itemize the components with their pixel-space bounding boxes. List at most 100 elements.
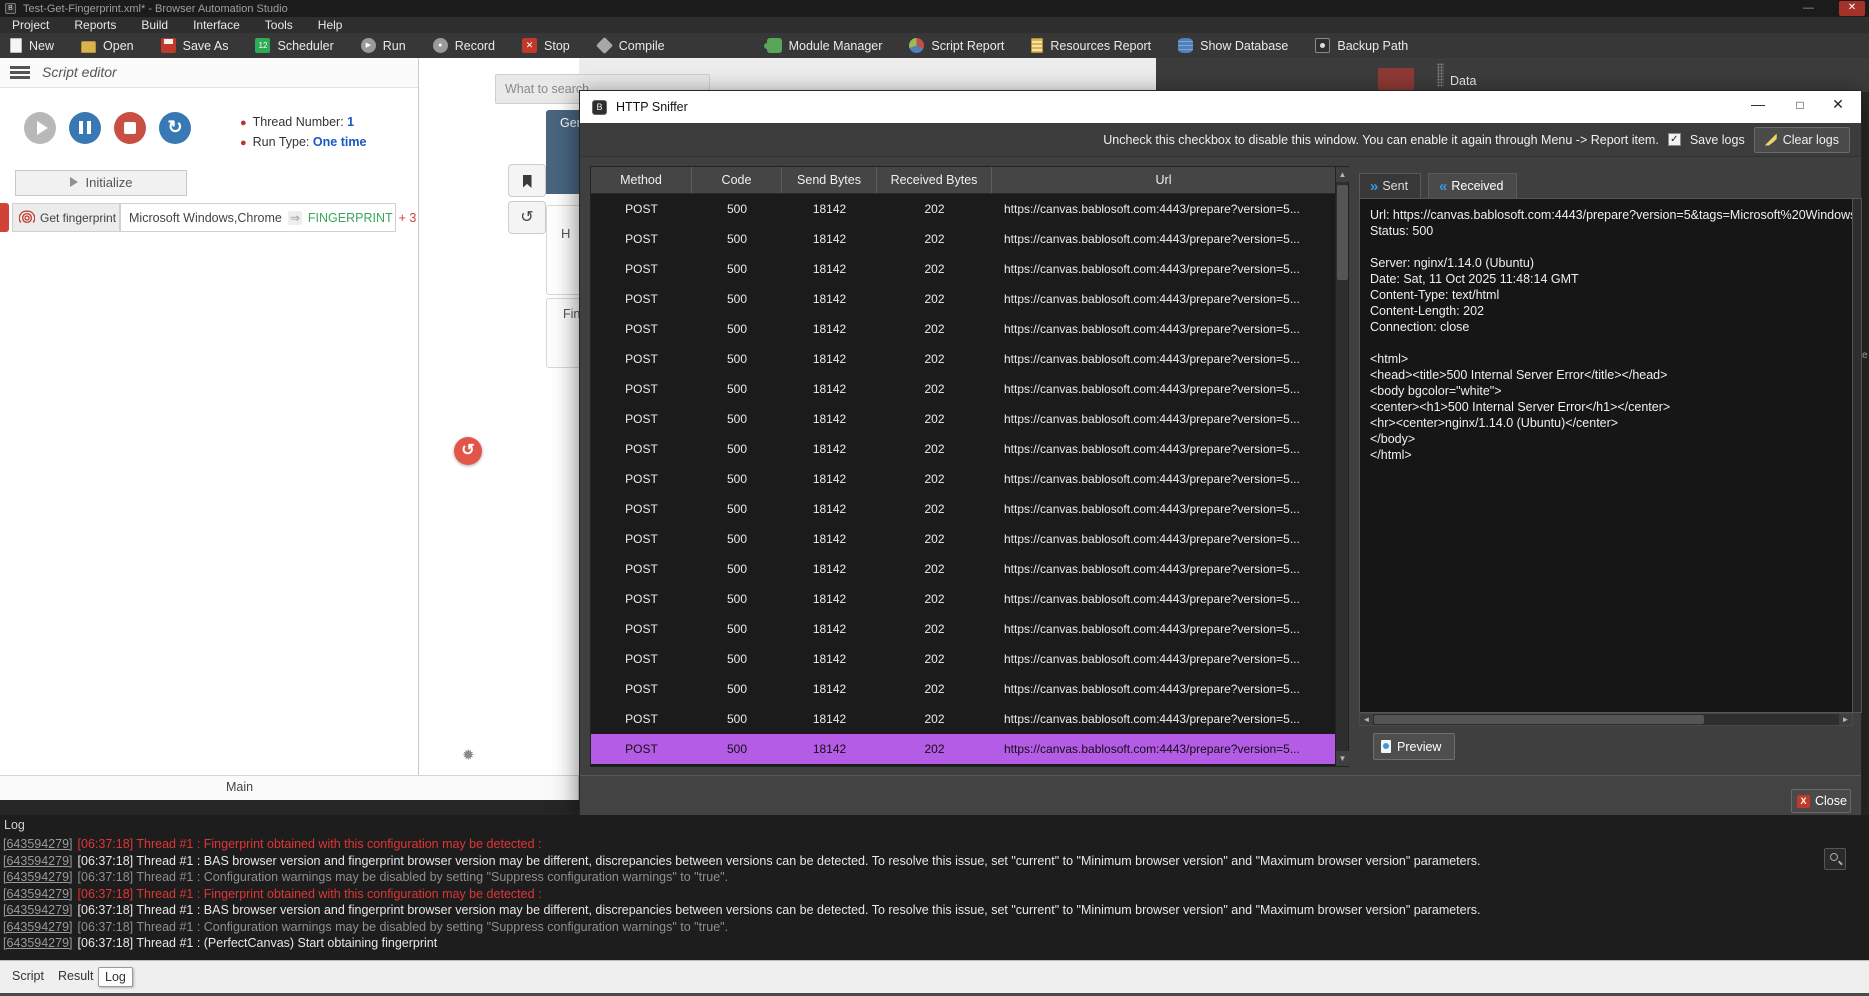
toolbar-button-stop[interactable]: ✕Stop <box>522 38 570 53</box>
footer-tab-log[interactable]: Log <box>98 967 133 987</box>
clear-logs-button[interactable]: Clear logs <box>1754 127 1850 153</box>
save-logs-checkbox[interactable]: ✓ <box>1668 133 1681 146</box>
table-row[interactable]: POST50018142202https://canvas.bablosoft.… <box>591 674 1336 704</box>
table-row[interactable]: POST50018142202https://canvas.bablosoft.… <box>591 284 1336 314</box>
table-row[interactable]: POST50018142202https://canvas.bablosoft.… <box>591 584 1336 614</box>
scroll-down-icon[interactable]: ▼ <box>1336 751 1349 766</box>
menu-item-build[interactable]: Build <box>129 18 181 32</box>
close-button[interactable]: X Close <box>1791 789 1851 813</box>
splitter-handle[interactable] <box>1437 63 1444 87</box>
table-row[interactable]: POST50018142202https://canvas.bablosoft.… <box>591 524 1336 554</box>
log-thread-link[interactable]: [643594279] <box>3 887 73 901</box>
log-search-button[interactable] <box>1824 848 1846 870</box>
column-header-send-bytes[interactable]: Send Bytes <box>782 167 877 193</box>
dialog-minimize-icon[interactable]: — <box>1743 96 1773 112</box>
table-row[interactable]: POST50018142202https://canvas.bablosoft.… <box>591 344 1336 374</box>
scrollbar-thumb[interactable] <box>1374 715 1704 724</box>
tab-sent[interactable]: » Sent <box>1359 173 1421 198</box>
log-section-label: Log <box>4 818 25 832</box>
minimize-icon[interactable]: — <box>1803 2 1814 14</box>
run-type-value[interactable]: One time <box>313 135 367 149</box>
scroll-right-icon[interactable]: ► <box>1839 714 1852 725</box>
log-thread-link[interactable]: [643594279] <box>3 903 73 917</box>
send-bytes-cell: 18142 <box>782 614 877 644</box>
toolbar-button-save-as[interactable]: Save As <box>161 38 229 53</box>
table-row[interactable]: POST50018142202https://canvas.bablosoft.… <box>591 494 1336 524</box>
table-row[interactable]: POST50018142202https://canvas.bablosoft.… <box>591 314 1336 344</box>
log-thread-link[interactable]: [643594279] <box>3 936 73 950</box>
menu-item-reports[interactable]: Reports <box>62 18 129 32</box>
thread-number-value[interactable]: 1 <box>347 115 354 129</box>
scroll-left-icon[interactable]: ◄ <box>1360 714 1373 725</box>
pause-button[interactable] <box>69 112 101 144</box>
toolbar-button-script-report[interactable]: Script Report <box>909 38 1004 53</box>
restart-button[interactable]: ↻ <box>159 112 191 144</box>
table-vertical-scrollbar[interactable]: ▲ ▼ <box>1335 167 1348 766</box>
table-row[interactable]: POST50018142202https://canvas.bablosoft.… <box>591 704 1336 734</box>
table-row[interactable]: POST50018142202https://canvas.bablosoft.… <box>591 644 1336 674</box>
column-header-url[interactable]: Url <box>992 167 1336 193</box>
dialog-close-icon[interactable]: ✕ <box>1823 96 1853 113</box>
stop-button[interactable] <box>114 112 146 144</box>
url-cell: https://canvas.bablosoft.com:4443/prepar… <box>992 524 1336 554</box>
table-row[interactable]: POST50018142202https://canvas.bablosoft.… <box>591 374 1336 404</box>
table-row[interactable]: POST50018142202https://canvas.bablosoft.… <box>591 464 1336 494</box>
table-row[interactable]: POST50018142202https://canvas.bablosoft.… <box>591 434 1336 464</box>
toolbar-button-record[interactable]: ●Record <box>433 38 495 53</box>
menu-item-help[interactable]: Help <box>306 18 356 32</box>
table-row[interactable]: POST50018142202https://canvas.bablosoft.… <box>591 194 1336 224</box>
table-row[interactable]: POST50018142202https://canvas.bablosoft.… <box>591 614 1336 644</box>
received-bytes-cell: 202 <box>877 674 992 704</box>
column-header-code[interactable]: Code <box>692 167 782 193</box>
response-line: <head><title>500 Internal Server Error</… <box>1370 368 1852 384</box>
action-parameters[interactable]: Microsoft Windows,Chrome ⇒ FINGERPRINT +… <box>120 203 396 232</box>
scroll-up-icon[interactable]: ▲ <box>1336 167 1349 182</box>
bookmark-button[interactable] <box>508 164 546 197</box>
toolbar-button-compile[interactable]: Compile <box>597 38 665 53</box>
initialize-button[interactable]: Initialize <box>15 170 187 196</box>
log-thread-link[interactable]: [643594279] <box>3 837 73 851</box>
preview-button[interactable]: Preview <box>1373 733 1455 760</box>
toolbar-button-scheduler[interactable]: 12Scheduler <box>255 38 333 53</box>
table-row[interactable]: POST50018142202https://canvas.bablosoft.… <box>591 734 1336 764</box>
tab-received[interactable]: « Received <box>1428 173 1517 198</box>
main-function-tab[interactable]: Main <box>226 780 253 794</box>
log-thread-link[interactable]: [643594279] <box>3 920 73 934</box>
response-horizontal-scrollbar[interactable]: ◄ ► <box>1359 713 1853 726</box>
script-editor-title: Script editor <box>42 64 117 80</box>
toolbar-button-new[interactable]: New <box>10 38 54 53</box>
column-header-method[interactable]: Method <box>591 167 692 193</box>
close-icon[interactable]: ✕ <box>1839 1 1865 16</box>
log-thread-link[interactable]: [643594279] <box>3 870 73 884</box>
play-button[interactable] <box>24 112 56 144</box>
new-icon <box>10 38 22 53</box>
table-row[interactable]: POST50018142202https://canvas.bablosoft.… <box>591 224 1336 254</box>
footer-tab-script[interactable]: Script <box>6 967 50 985</box>
table-row[interactable]: POST50018142202https://canvas.bablosoft.… <box>591 404 1336 434</box>
scroll-to-action-badge[interactable]: ↺ <box>454 437 482 465</box>
column-header-received-bytes[interactable]: Received Bytes <box>877 167 992 193</box>
undo-button[interactable]: ↺ <box>508 201 546 234</box>
toolbar-button-resources-report[interactable]: Resources Report <box>1031 38 1151 53</box>
footer-tab-result[interactable]: Result <box>52 967 99 985</box>
dialog-maximize-icon[interactable]: □ <box>1785 98 1815 112</box>
menu-item-interface[interactable]: Interface <box>181 18 253 32</box>
toolbar-button-module-manager[interactable]: Module Manager <box>767 38 883 53</box>
double-chevron-right-icon: » <box>1370 178 1376 195</box>
get-fingerprint-button[interactable]: Get fingerprint <box>12 203 120 232</box>
log-thread-link[interactable]: [643594279] <box>3 854 73 868</box>
toolbar-button-show-database[interactable]: Show Database <box>1178 38 1288 53</box>
hamburger-menu-icon[interactable] <box>10 66 30 80</box>
toolbar-button-open[interactable]: Open <box>81 38 134 53</box>
menu-item-tools[interactable]: Tools <box>253 18 306 32</box>
table-row[interactable]: POST50018142202https://canvas.bablosoft.… <box>591 554 1336 584</box>
response-vertical-scrollbar[interactable] <box>1853 198 1862 713</box>
toolbar-button-backup-path[interactable]: Backup Path <box>1315 38 1408 53</box>
menu-item-project[interactable]: Project <box>0 18 62 32</box>
table-row[interactable]: POST50018142202https://canvas.bablosoft.… <box>591 254 1336 284</box>
toolbar-button-run[interactable]: ▶Run <box>361 38 406 53</box>
scrollbar-thumb[interactable] <box>1337 185 1348 280</box>
debug-bug-icon[interactable]: ✹ <box>462 746 475 764</box>
get-fingerprint-action-row[interactable]: Get fingerprint Microsoft Windows,Chrome… <box>0 203 419 232</box>
code-cell: 500 <box>692 734 782 764</box>
